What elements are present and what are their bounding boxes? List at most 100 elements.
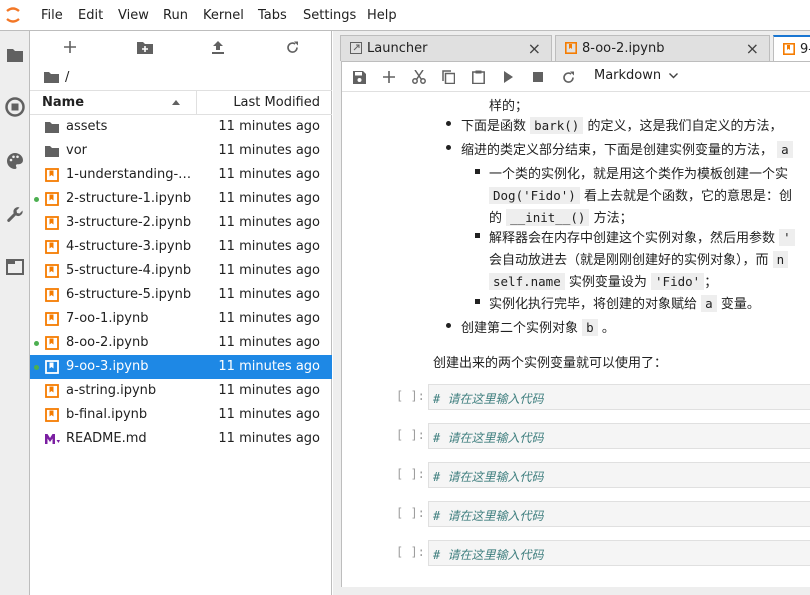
md-line: 创建出来的两个实例变量就可以使用了： [433, 356, 668, 371]
notebook-panel: Markdown 样的； 下面是函数 bark() 的定义，这是我们自定义的方法… [341, 61, 810, 587]
code-editor[interactable]: # 请在这里输入代码 [428, 384, 810, 410]
notebook-icon [44, 263, 60, 279]
md-line: 解释器会在内存中创建这个实例对象，然后用参数 ' [489, 227, 795, 246]
code-comment: # 请在这里输入代码 [433, 431, 544, 445]
file-name: 7-oo-1.ipynb [66, 311, 149, 326]
column-divider[interactable] [196, 91, 197, 115]
file-modified: 11 minutes ago [218, 407, 320, 422]
file-name: 1-understanding-pr... [66, 167, 194, 182]
code-cell[interactable]: [ ]: # 请在这里输入代码 [342, 540, 810, 566]
bullet [446, 323, 451, 328]
file-name: 6-structure-5.ipynb [66, 287, 192, 302]
tab-icon[interactable] [3, 255, 27, 279]
file-modified: 11 minutes ago [218, 167, 320, 182]
run-icon[interactable] [500, 69, 516, 85]
new-launcher-icon[interactable] [60, 39, 80, 55]
jupyter-logo-icon[interactable] [4, 6, 22, 24]
upload-icon[interactable] [208, 39, 228, 55]
insert-cell-icon[interactable] [381, 69, 397, 85]
paste-icon[interactable] [470, 69, 486, 85]
file-name: vor [66, 143, 87, 158]
stop-circle-icon[interactable] [3, 95, 27, 119]
notebook-icon [783, 43, 795, 55]
cut-icon[interactable] [411, 69, 427, 85]
file-row[interactable]: 6-structure-5.ipynb 11 minutes ago [30, 283, 332, 307]
file-row[interactable]: README.md 11 minutes ago [30, 427, 332, 451]
md-line: Dog('Fido') 看上去就是个函数，它的意思是：创 [489, 185, 792, 204]
file-modified: 11 minutes ago [218, 239, 320, 254]
notebook-icon [44, 239, 60, 255]
folder-icon[interactable] [3, 43, 27, 67]
file-name: 8-oo-2.ipynb [66, 335, 149, 350]
bullet [475, 299, 480, 304]
menu-settings[interactable]: Settings [303, 8, 356, 23]
file-row[interactable]: 2-structure-1.ipynb 11 minutes ago [30, 187, 332, 211]
new-folder-icon[interactable] [135, 39, 155, 55]
file-row[interactable]: 4-structure-3.ipynb 11 minutes ago [30, 235, 332, 259]
menu-kernel[interactable]: Kernel [203, 8, 244, 23]
notebook-icon [44, 287, 60, 303]
menu-edit[interactable]: Edit [78, 8, 103, 23]
menu-file[interactable]: File [41, 8, 63, 23]
tab-9-oo-3[interactable]: 9- [773, 35, 810, 61]
code-comment: # 请在这里输入代码 [433, 509, 544, 523]
file-row[interactable]: 9-oo-3.ipynb 11 minutes ago [30, 355, 332, 379]
md-line: 的 __init__() 方法； [489, 209, 633, 226]
file-row[interactable]: 1-understanding-pr... 11 minutes ago [30, 163, 332, 187]
code-cell[interactable]: [ ]: # 请在这里输入代码 [342, 423, 810, 449]
cell-prompt: [ ]: [396, 389, 425, 403]
file-modified: 11 minutes ago [218, 119, 320, 134]
close-icon[interactable]: × [528, 39, 541, 58]
cell-prompt: [ ]: [396, 545, 425, 559]
file-row[interactable]: a-string.ipynb 11 minutes ago [30, 379, 332, 403]
file-row[interactable]: b-final.ipynb 11 minutes ago [30, 403, 332, 427]
md-line: 下面是函数 bark() 的定义，这是我们自定义的方法， [461, 117, 783, 134]
notebook-icon [44, 407, 60, 423]
menu-bar: File Edit View Run Kernel Tabs Settings … [0, 0, 810, 31]
palette-icon[interactable] [3, 149, 27, 173]
file-row[interactable]: 8-oo-2.ipynb 11 minutes ago [30, 331, 332, 355]
copy-icon[interactable] [440, 69, 456, 85]
file-modified: 11 minutes ago [218, 263, 320, 278]
file-row[interactable]: 3-structure-2.ipynb 11 minutes ago [30, 211, 332, 235]
notebook-icon [44, 215, 60, 231]
column-header-name[interactable]: Name [42, 95, 84, 110]
code-editor[interactable]: # 请在这里输入代码 [428, 462, 810, 488]
code-comment: # 请在这里输入代码 [433, 548, 544, 562]
cell-type-select[interactable]: Markdown [594, 68, 679, 83]
tab-8-oo-2[interactable]: 8-oo-2.ipynb × [555, 35, 770, 61]
file-row[interactable]: 5-structure-4.ipynb 11 minutes ago [30, 259, 332, 283]
tab-label: Launcher [367, 41, 428, 56]
file-row[interactable]: assets 11 minutes ago [30, 115, 332, 139]
code-editor[interactable]: # 请在这里输入代码 [428, 501, 810, 527]
code-cell[interactable]: [ ]: # 请在这里输入代码 [342, 462, 810, 488]
column-header-modified[interactable]: Last Modified [233, 95, 320, 110]
wrench-icon[interactable] [3, 203, 27, 227]
folder-icon[interactable] [44, 71, 59, 83]
menu-help[interactable]: Help [367, 8, 397, 23]
save-icon[interactable] [351, 69, 367, 85]
tab-launcher[interactable]: Launcher × [340, 35, 552, 61]
markdown-icon [44, 431, 60, 447]
notebook-content: 样的； 下面是函数 bark() 的定义，这是我们自定义的方法， 缩进的类定义部… [342, 93, 810, 588]
code-editor[interactable]: # 请在这里输入代码 [428, 540, 810, 566]
menu-tabs[interactable]: Tabs [258, 8, 287, 23]
breadcrumb-path[interactable]: / [65, 70, 69, 85]
menu-view[interactable]: View [118, 8, 149, 23]
menu-run[interactable]: Run [163, 8, 188, 23]
md-line: 创建第二个实例对象 b 。 [461, 319, 615, 336]
file-row[interactable]: vor 11 minutes ago [30, 139, 332, 163]
code-cell[interactable]: [ ]: # 请在这里输入代码 [342, 501, 810, 527]
stop-icon[interactable] [530, 69, 546, 85]
file-list-header: Name Last Modified [30, 90, 332, 115]
refresh-icon[interactable] [282, 39, 302, 55]
cell-prompt: [ ]: [396, 506, 425, 520]
running-indicator-icon [34, 365, 39, 370]
close-icon[interactable]: × [746, 39, 759, 58]
restart-icon[interactable] [560, 69, 576, 85]
file-row[interactable]: 7-oo-1.ipynb 11 minutes ago [30, 307, 332, 331]
breadcrumb: / [44, 69, 69, 85]
file-modified: 11 minutes ago [218, 311, 320, 326]
code-editor[interactable]: # 请在这里输入代码 [428, 423, 810, 449]
code-cell[interactable]: [ ]: # 请在这里输入代码 [342, 384, 810, 410]
